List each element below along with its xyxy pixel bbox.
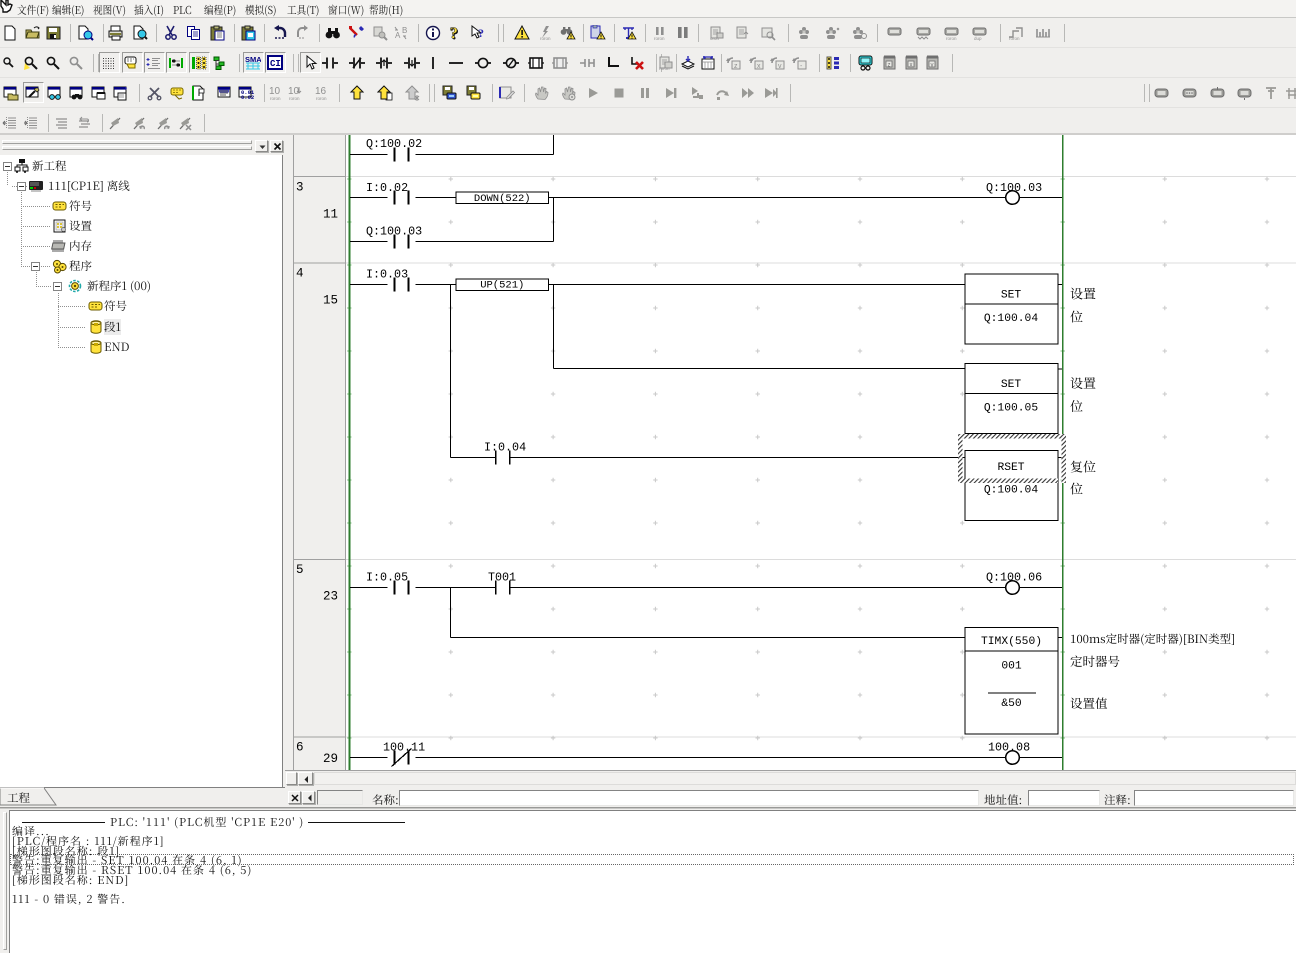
svg-text:z: z	[734, 63, 738, 70]
svg-text:roron: roron	[1009, 36, 1020, 41]
svg-text:roron: roron	[654, 36, 665, 41]
svg-text:I:0.04: I:0.04	[484, 440, 526, 454]
svg-text:v: v	[778, 63, 782, 70]
svg-text:I:0.05: I:0.05	[366, 570, 408, 584]
svg-text:I:0.03: I:0.03	[366, 267, 408, 281]
svg-text:?: ?	[450, 25, 459, 41]
svg-text:SET: SET	[1001, 379, 1022, 391]
svg-text:Q:100.04: Q:100.04	[984, 313, 1038, 325]
svg-text:TIMX(550): TIMX(550)	[981, 636, 1042, 648]
svg-text:x: x	[910, 63, 913, 69]
svg-text:x: x	[757, 63, 761, 70]
svg-text:roron: roron	[659, 66, 670, 71]
svg-text:6: 6	[296, 741, 304, 755]
svg-text:设置: 设置	[1070, 284, 1096, 303]
svg-text:15: 15	[323, 294, 338, 308]
svg-text:Q:100.04: Q:100.04	[984, 484, 1038, 496]
svg-text:B: B	[402, 26, 407, 35]
svg-text:0.02: 0.02	[241, 94, 254, 101]
svg-text:v: v	[931, 63, 934, 69]
svg-text:设置值: 设置值	[1070, 694, 1108, 712]
svg-text:位: 位	[1070, 307, 1083, 326]
svg-text:复位: 复位	[1070, 457, 1096, 476]
svg-text:I:0.02: I:0.02	[366, 181, 408, 195]
svg-text:Q:100.05: Q:100.05	[984, 402, 1038, 414]
svg-text:3: 3	[296, 181, 304, 195]
svg-text:roron: roron	[316, 96, 327, 101]
svg-text:5: 5	[296, 563, 304, 577]
svg-text:dup: dup	[974, 36, 982, 41]
svg-text:Q:100.06: Q:100.06	[986, 570, 1042, 584]
svg-text:z: z	[888, 63, 891, 69]
svg-text:roron: roron	[946, 36, 957, 41]
svg-text:T001: T001	[488, 570, 516, 584]
svg-text:4: 4	[296, 267, 304, 281]
svg-text:位: 位	[1070, 479, 1083, 498]
svg-text:100.11: 100.11	[383, 740, 425, 754]
svg-text:100ms定时器(定时器)[BIN类型]: 100ms定时器(定时器)[BIN类型]	[1070, 631, 1235, 647]
svg-text:29: 29	[323, 752, 338, 766]
svg-text:?: ?	[478, 26, 484, 40]
svg-text:A: A	[395, 31, 401, 40]
svg-text:&50: &50	[1001, 698, 1022, 710]
svg-text:UP(521): UP(521)	[480, 280, 524, 292]
svg-text:位: 位	[1070, 396, 1083, 415]
svg-text:100.08: 100.08	[988, 740, 1030, 754]
svg-text:roron: roron	[289, 96, 300, 101]
svg-text:定时器号: 定时器号	[1070, 652, 1120, 670]
svg-text:Q:100.03: Q:100.03	[986, 181, 1042, 195]
svg-text:roron: roron	[540, 36, 551, 41]
svg-text:roron: roron	[270, 96, 281, 101]
svg-text:23: 23	[323, 590, 338, 604]
svg-text:DOWN(522): DOWN(522)	[474, 193, 531, 205]
svg-text:001: 001	[1001, 661, 1022, 673]
svg-text:RSET: RSET	[997, 462, 1024, 474]
svg-text:SET: SET	[1001, 290, 1022, 302]
svg-text:oron: oron	[710, 36, 720, 41]
svg-text:11: 11	[323, 208, 338, 222]
svg-text:设置: 设置	[1070, 373, 1096, 392]
